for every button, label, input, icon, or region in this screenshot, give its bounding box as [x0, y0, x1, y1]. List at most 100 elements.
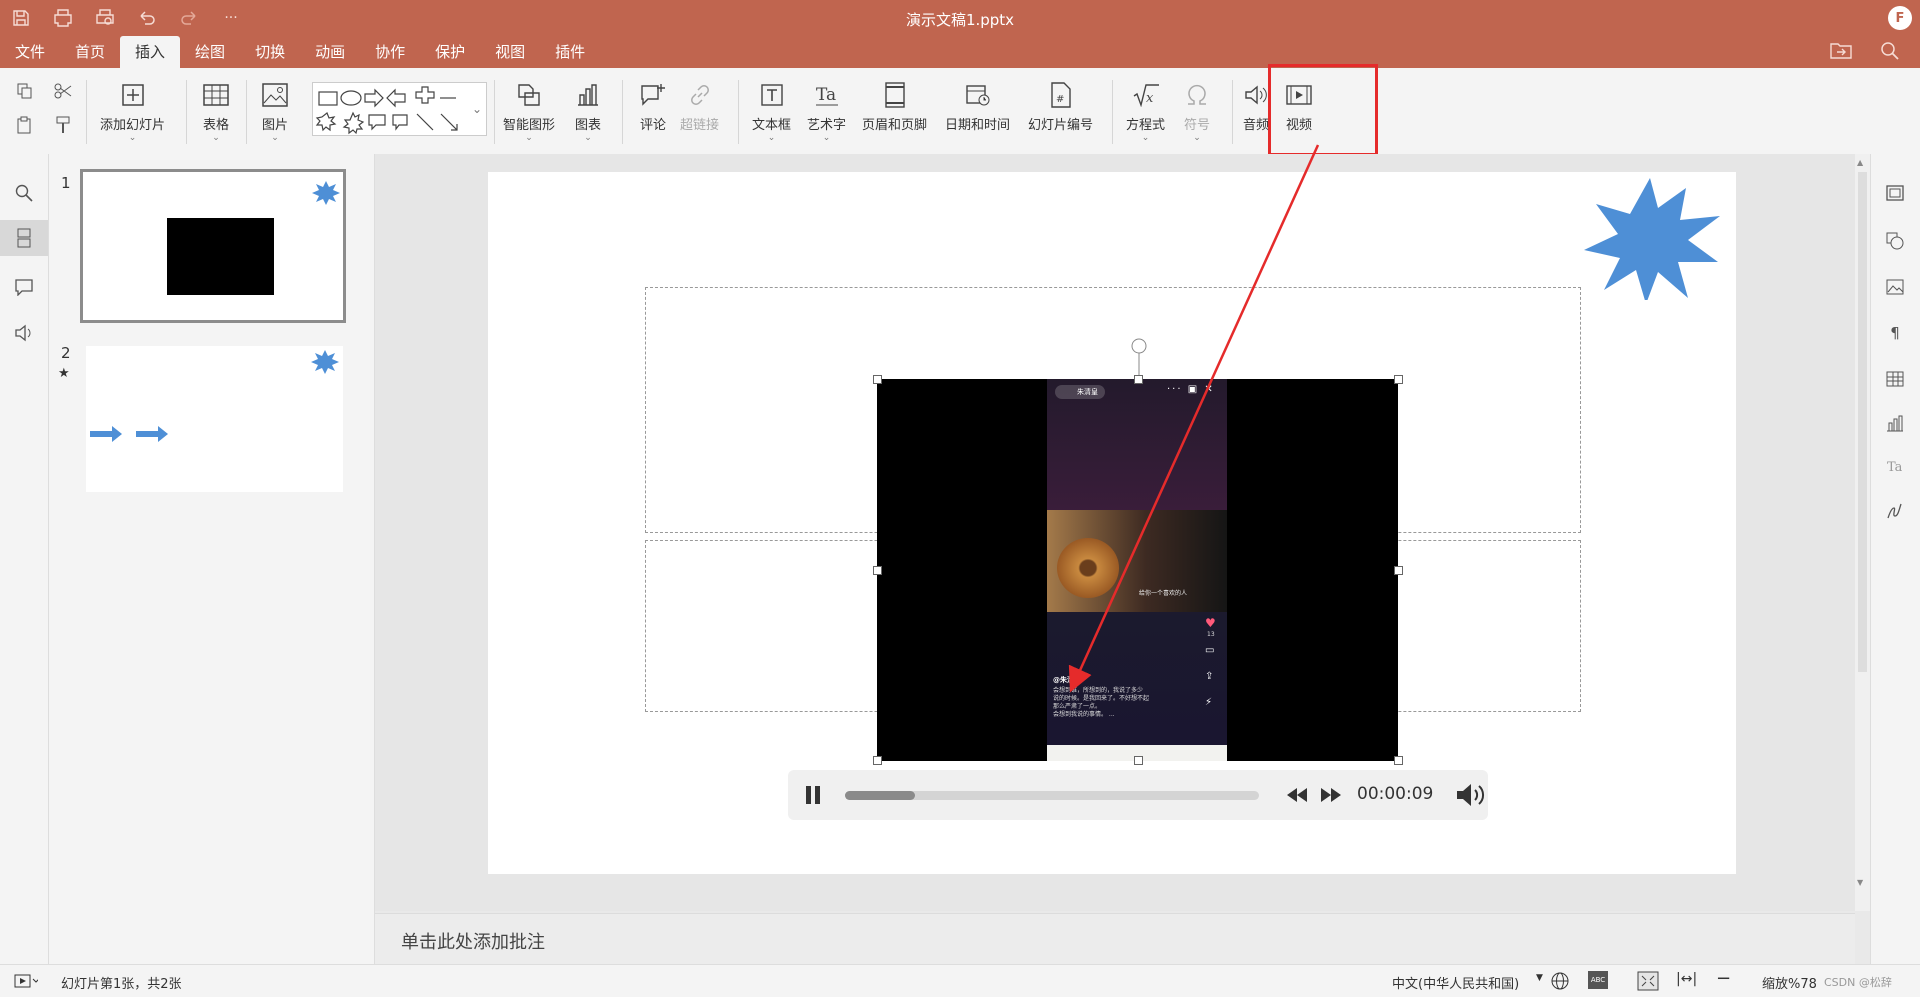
zoom-level[interactable]: 缩放%78: [1762, 973, 1817, 992]
chart-button[interactable]: 图表 ⌄: [573, 80, 603, 143]
speaker-icon[interactable]: [13, 322, 35, 344]
undo-icon[interactable]: [136, 7, 158, 29]
svg-text:Ta: Ta: [816, 85, 836, 105]
resize-handle[interactable]: [873, 375, 882, 384]
slide-thumbnail-2[interactable]: [86, 346, 343, 492]
pause-icon[interactable]: [804, 785, 822, 805]
slide-canvas[interactable]: 朱清皇 ··· ▣ ✕ 给你一个喜欢的人 ♥ 13 ▭ ⇪ ⚡ @朱清皇 会想到…: [488, 172, 1736, 874]
fit-width-icon[interactable]: |↔|: [1676, 971, 1697, 987]
spellcheck-icon[interactable]: ABC: [1588, 971, 1608, 989]
resize-handle[interactable]: [1134, 375, 1143, 384]
print-icon[interactable]: [52, 7, 74, 29]
starburst-shape[interactable]: [1582, 178, 1720, 300]
video-object[interactable]: 朱清皇 ··· ▣ ✕ 给你一个喜欢的人 ♥ 13 ▭ ⇪ ⚡ @朱清皇 会想到…: [873, 375, 1403, 765]
tab-plugins[interactable]: 插件: [540, 36, 600, 68]
hyperlink-button[interactable]: 超链接: [680, 80, 719, 133]
audio-button[interactable]: 音频: [1241, 80, 1271, 133]
comment-icon: ▭: [1205, 645, 1215, 656]
signature-icon[interactable]: [1884, 500, 1906, 522]
word-art-icon[interactable]: Ta: [1884, 456, 1906, 478]
comment-icon[interactable]: [13, 276, 35, 298]
paragraph-icon[interactable]: ¶: [1884, 322, 1906, 344]
text-box-button[interactable]: 文本框 ⌄: [752, 80, 791, 143]
svg-text:x: x: [1146, 91, 1154, 106]
resize-handle[interactable]: [1394, 566, 1403, 575]
fast-forward-icon[interactable]: [1320, 786, 1342, 804]
resize-handle[interactable]: [873, 566, 882, 575]
vertical-scrollbar[interactable]: ▲ ▼: [1855, 154, 1870, 911]
tab-animations[interactable]: 动画: [300, 36, 360, 68]
language[interactable]: 中文(中华人民共和国): [1392, 973, 1519, 992]
scroll-up-icon[interactable]: ▲: [1857, 158, 1863, 167]
resize-handle[interactable]: [1394, 756, 1403, 765]
comment-button[interactable]: 评论: [638, 80, 668, 133]
slide-thumbnail-1[interactable]: [80, 169, 346, 323]
tab-collaborate[interactable]: 协作: [360, 36, 420, 68]
speaker-icon: [1241, 80, 1271, 110]
equation-label: 方程式: [1126, 118, 1166, 133]
scroll-down-icon[interactable]: ▼: [1857, 878, 1863, 887]
symbol-button[interactable]: 符号 ⌄: [1182, 80, 1212, 143]
slide-layout-icon[interactable]: [1884, 182, 1906, 204]
omega-icon: [1182, 80, 1212, 110]
rewind-icon[interactable]: [1286, 786, 1308, 804]
tab-insert[interactable]: 插入: [120, 36, 181, 68]
user-avatar[interactable]: F: [1888, 6, 1912, 30]
cut-icon[interactable]: [52, 80, 74, 102]
resize-handle[interactable]: [873, 756, 882, 765]
word-art-button[interactable]: Ta 艺术字 ⌄: [807, 80, 846, 143]
add-slide-button[interactable]: 添加幻灯片 ⌄: [100, 80, 165, 143]
table-button[interactable]: 表格 ⌄: [201, 80, 231, 143]
more-icon[interactable]: ···: [220, 7, 242, 29]
hyperlink-label: 超链接: [680, 118, 720, 133]
title-bar: ··· 演示文稿1.pptx F: [0, 0, 1920, 36]
date-time-button[interactable]: 日期和时间: [945, 80, 1010, 133]
arrow-shape: [90, 426, 122, 442]
search-icon[interactable]: [1880, 41, 1900, 65]
shapes-icon[interactable]: [1884, 230, 1906, 252]
rotate-handle-icon[interactable]: [1127, 337, 1151, 377]
header-footer-button[interactable]: 页眉和页脚: [862, 80, 927, 133]
tab-protect[interactable]: 保护: [420, 36, 480, 68]
open-folder-icon[interactable]: [1830, 41, 1852, 65]
chart-icon[interactable]: [1884, 412, 1906, 434]
resize-handle[interactable]: [1394, 375, 1403, 384]
format-painter-icon[interactable]: [52, 114, 74, 136]
tab-home[interactable]: 首页: [60, 36, 120, 68]
zoom-out-icon[interactable]: −: [1716, 968, 1731, 989]
paste-icon[interactable]: [14, 114, 36, 136]
resize-handle[interactable]: [1134, 756, 1143, 765]
slide-number-button[interactable]: # 幻灯片编号: [1028, 80, 1093, 133]
tab-transitions[interactable]: 切换: [240, 36, 300, 68]
picture-button[interactable]: 图片 ⌄: [260, 80, 290, 143]
slideshow-icon[interactable]: [14, 974, 38, 988]
image-icon[interactable]: [1884, 276, 1906, 298]
gallery-expand-icon[interactable]: ⌄: [472, 103, 482, 115]
volume-icon[interactable]: [1455, 782, 1485, 808]
shapes-gallery[interactable]: [312, 82, 487, 136]
scroll-thumb[interactable]: [1858, 172, 1867, 672]
save-icon[interactable]: [10, 7, 32, 29]
right-tool-rail: ¶ Ta: [1870, 154, 1920, 964]
picture-label: 图片: [261, 118, 288, 133]
equation-button[interactable]: x 方程式 ⌄: [1126, 80, 1165, 143]
fit-slide-icon[interactable]: [1637, 971, 1659, 991]
smart-shape-button[interactable]: 智能图形 ⌄: [503, 80, 555, 143]
redo-icon[interactable]: [178, 7, 200, 29]
tab-view[interactable]: 视图: [480, 36, 540, 68]
copy-icon[interactable]: [14, 80, 36, 102]
globe-icon[interactable]: [1551, 972, 1569, 990]
video-progress-track[interactable]: [845, 791, 1259, 800]
chevron-down-icon[interactable]: ▼: [1536, 973, 1543, 983]
notes-pane[interactable]: 单击此处添加批注: [375, 913, 1855, 964]
tab-draw[interactable]: 绘图: [180, 36, 240, 68]
comment-icon: [638, 80, 668, 110]
animation-star-icon: ★: [58, 366, 70, 381]
smart-shape-icon: [514, 80, 544, 110]
ribbon-toolbar: 添加幻灯片 ⌄ 表格 ⌄ 图片 ⌄ ⌄ 智能图形 ⌄ 图表 ⌄ 评论 超链接 文…: [0, 68, 1920, 155]
print-preview-icon[interactable]: [94, 7, 116, 29]
table-icon[interactable]: [1884, 368, 1906, 390]
slides-view-icon[interactable]: [0, 220, 48, 256]
search-icon[interactable]: [13, 182, 35, 204]
tab-file[interactable]: 文件: [0, 36, 60, 68]
